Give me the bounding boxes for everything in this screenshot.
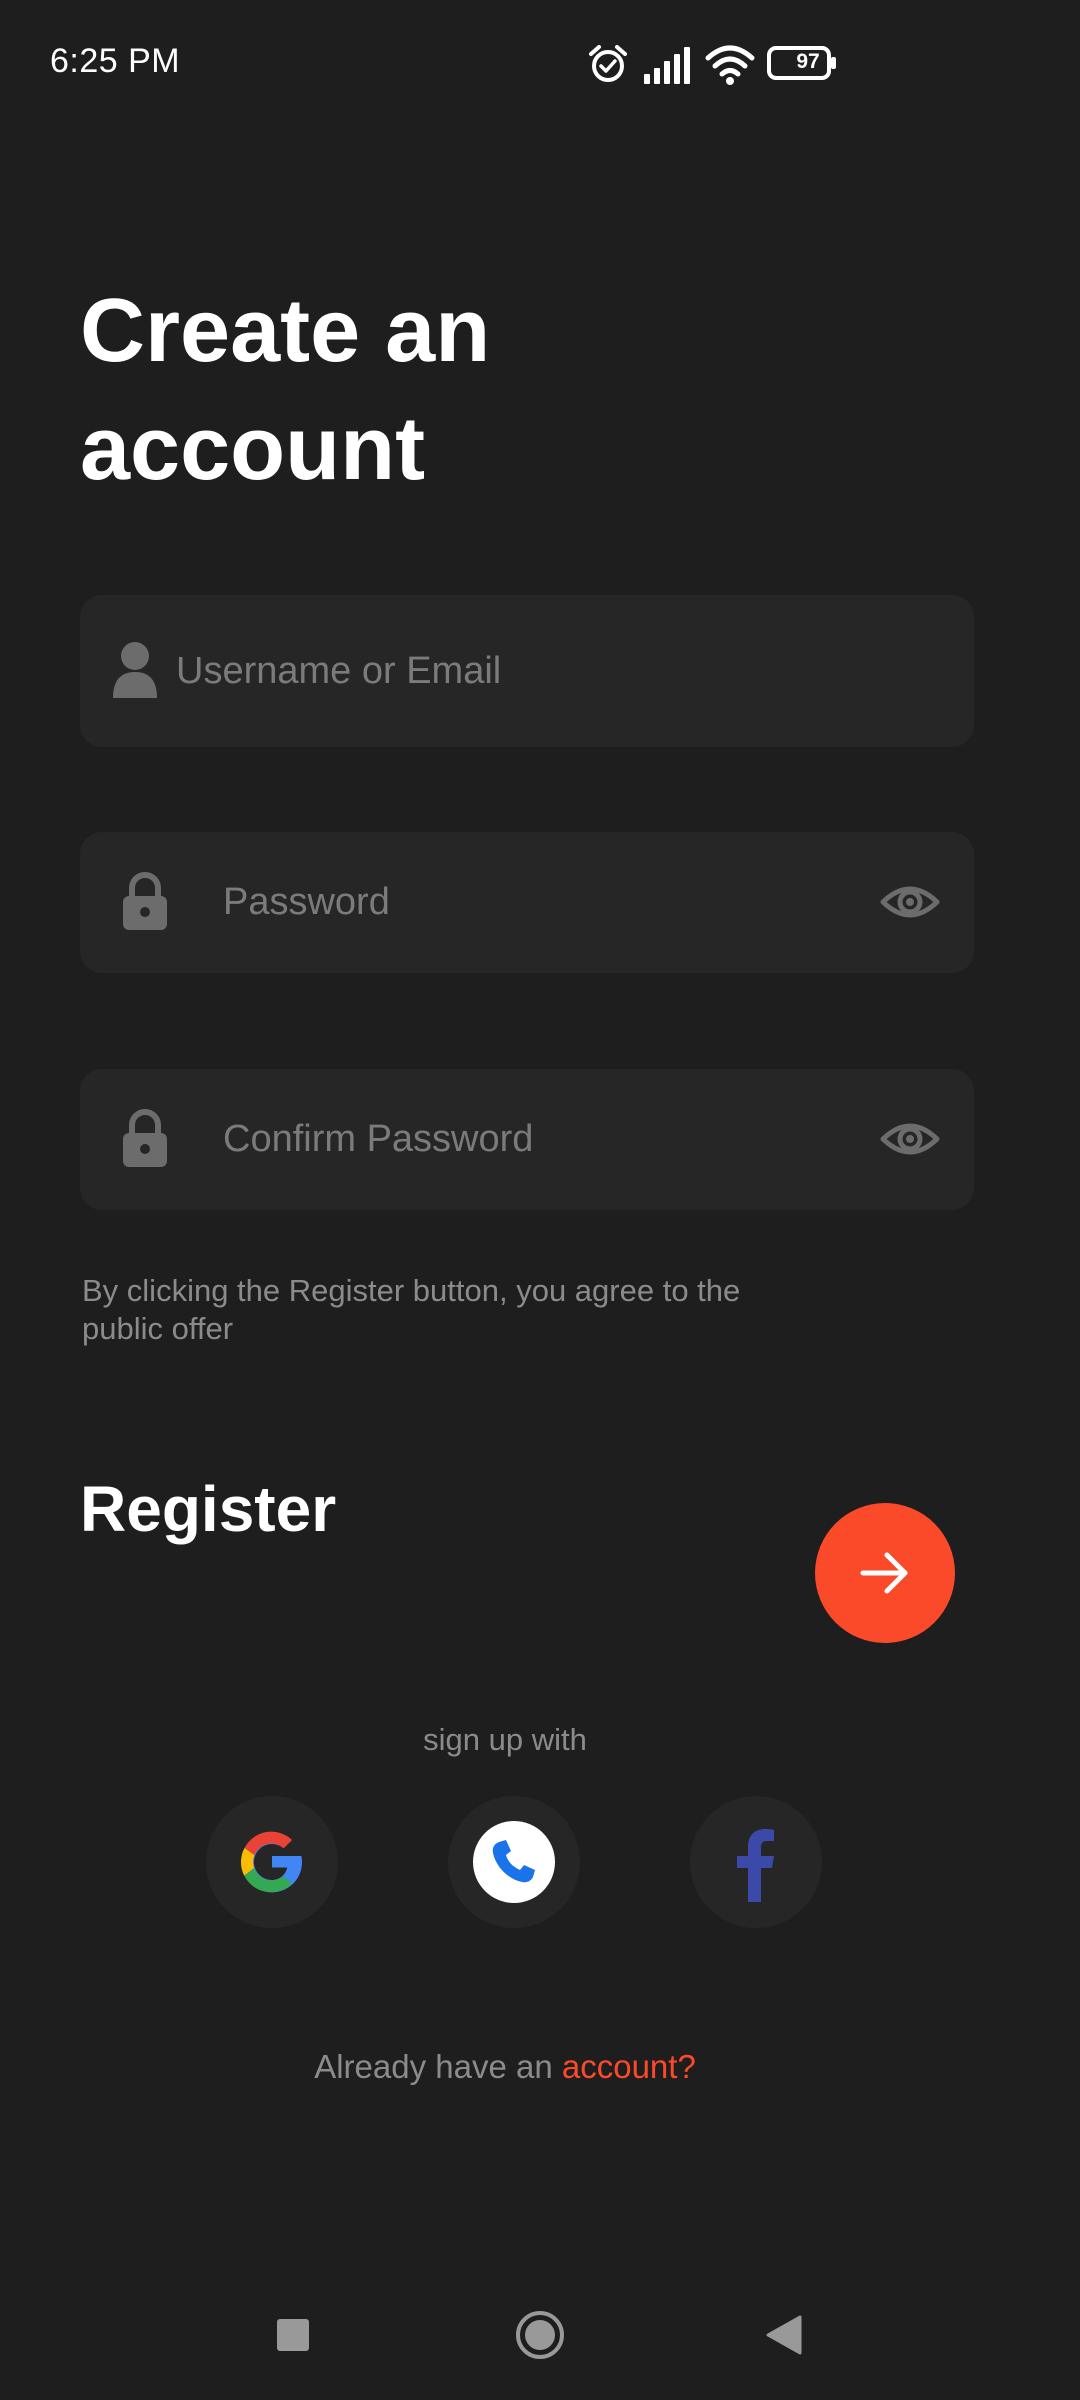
signup-with-label: sign up with bbox=[423, 1722, 587, 1757]
username-field[interactable] bbox=[80, 595, 974, 747]
login-link[interactable]: account? bbox=[562, 2048, 696, 2085]
user-icon bbox=[113, 642, 157, 698]
lock-icon bbox=[123, 1109, 167, 1167]
wifi-icon bbox=[705, 45, 755, 85]
back-triangle-icon[interactable] bbox=[764, 2314, 804, 2356]
phone-icon bbox=[473, 1821, 555, 1903]
status-icons: 97 bbox=[586, 40, 846, 90]
confirm-password-input[interactable] bbox=[223, 1109, 863, 1169]
status-bar: 6:25 PM 97 bbox=[0, 0, 1080, 130]
password-field[interactable] bbox=[80, 832, 974, 973]
google-icon bbox=[240, 1831, 303, 1893]
signal-icon bbox=[644, 47, 690, 84]
confirm-password-field[interactable] bbox=[80, 1069, 974, 1210]
page-title: Create an account bbox=[80, 281, 491, 499]
phone-signup-button[interactable] bbox=[448, 1796, 580, 1928]
register-button[interactable] bbox=[815, 1503, 955, 1643]
register-label: Register bbox=[80, 1473, 337, 1545]
system-nav-bar bbox=[0, 2270, 1080, 2400]
login-prompt: Already have an account? bbox=[0, 2048, 1010, 2086]
facebook-signup-button[interactable] bbox=[690, 1796, 822, 1928]
google-signup-button[interactable] bbox=[206, 1796, 338, 1928]
arrow-right-icon bbox=[860, 1552, 908, 1594]
eye-icon[interactable] bbox=[880, 1109, 940, 1169]
username-input[interactable] bbox=[176, 641, 936, 701]
recents-square-icon[interactable] bbox=[275, 2317, 311, 2353]
login-prefix: Already have an bbox=[314, 2048, 553, 2085]
facebook-icon bbox=[737, 1829, 774, 1902]
eye-icon[interactable] bbox=[880, 872, 940, 932]
home-circle-icon[interactable] bbox=[514, 2309, 566, 2361]
battery-level: 97 bbox=[796, 50, 820, 73]
lock-icon bbox=[123, 872, 167, 930]
status-time: 6:25 PM bbox=[50, 42, 181, 80]
password-input[interactable] bbox=[223, 872, 863, 932]
terms-text: By clicking the Register button, you agr… bbox=[82, 1273, 741, 1346]
alarm-icon bbox=[589, 45, 627, 82]
